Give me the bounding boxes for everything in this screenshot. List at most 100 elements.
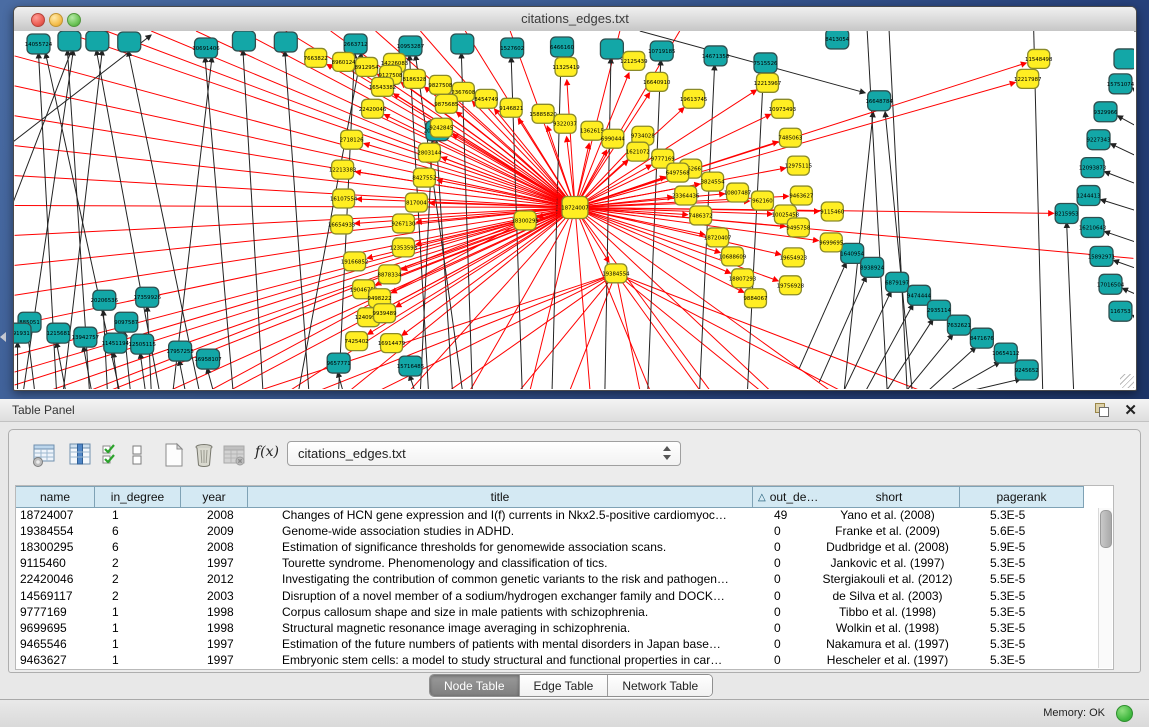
- cell-short[interactable]: Franke et al. (2009): [819, 523, 956, 539]
- cell-short[interactable]: de Silva et al. (2003): [819, 588, 956, 604]
- yellow-paper-node[interactable]: 9827508: [428, 75, 453, 94]
- yellow-paper-node[interactable]: 18724007: [561, 197, 588, 219]
- cell-pagerank[interactable]: 5.3E-5: [960, 555, 1110, 571]
- teal-paper-node[interactable]: 15892971: [1088, 246, 1115, 266]
- teal-paper-node[interactable]: 8471676: [970, 328, 995, 348]
- tab-edge-table[interactable]: Edge Table: [520, 675, 609, 696]
- node-table[interactable]: namein_degreeyeartitle△out_de…shortpager…: [15, 485, 1114, 670]
- table-row[interactable]: 2242004622012Investigating the contribut…: [16, 571, 1112, 587]
- trash-icon[interactable]: [191, 442, 217, 468]
- cell-pagerank[interactable]: 5.3E-5: [960, 604, 1110, 620]
- teal-paper-node[interactable]: 16648784: [865, 91, 893, 111]
- yellow-paper-node[interactable]: 12213383: [329, 160, 356, 179]
- yellow-paper-node[interactable]: 8454749: [474, 89, 499, 108]
- column-header-name[interactable]: name: [16, 486, 95, 508]
- yellow-paper-node[interactable]: 12213967: [754, 73, 781, 92]
- yellow-paper-node[interactable]: 6497568: [666, 163, 691, 182]
- table-row[interactable]: 1830029562008Estimation of significance …: [16, 539, 1112, 555]
- cell-in-degree[interactable]: 1: [95, 604, 194, 620]
- yellow-paper-node[interactable]: 16107554: [330, 189, 358, 208]
- window-resize-grip[interactable]: [1120, 374, 1134, 388]
- yellow-paper-node[interactable]: 8878334: [378, 265, 403, 284]
- yellow-paper-node[interactable]: 9146821: [499, 98, 523, 117]
- teal-paper-node[interactable]: 16958107: [194, 349, 221, 369]
- yellow-paper-node[interactable]: 9463627: [789, 186, 813, 205]
- yellow-paper-node[interactable]: 7486372: [689, 206, 713, 225]
- yellow-paper-node[interactable]: 7425402: [345, 332, 369, 351]
- table-row[interactable]: 969969511998Structural magnetic resonanc…: [16, 620, 1112, 636]
- teal-paper-node[interactable]: 7515526: [753, 53, 778, 73]
- row-check-icon[interactable]: [99, 442, 125, 468]
- column-header-out-de-[interactable]: △out_de…: [753, 486, 824, 508]
- function-icon[interactable]: f(x): [255, 444, 281, 470]
- teal-paper-node[interactable]: [600, 39, 623, 59]
- yellow-paper-node[interactable]: 9242845: [429, 118, 453, 137]
- tab-node-table[interactable]: Node Table: [430, 675, 520, 696]
- network-window-titlebar[interactable]: citations_edges.txt: [14, 7, 1136, 32]
- scrollbar-thumb[interactable]: [1100, 510, 1112, 548]
- teal-paper-node[interactable]: 6466160: [550, 37, 575, 57]
- teal-paper-node[interactable]: 6879197: [885, 272, 909, 292]
- yellow-paper-node[interactable]: 817004: [405, 193, 427, 212]
- table-row[interactable]: 1456911722003Disruption of a novel membe…: [16, 588, 1112, 604]
- cell-pagerank[interactable]: 5.5E-5: [960, 571, 1110, 587]
- yellow-paper-node[interactable]: 10807487: [724, 183, 751, 202]
- teal-paper-node[interactable]: 8938924: [860, 257, 885, 277]
- column-header-year[interactable]: year: [181, 486, 248, 508]
- cell-pagerank[interactable]: 5.3E-5: [960, 652, 1110, 668]
- cell-pagerank[interactable]: 5.6E-5: [960, 523, 1110, 539]
- network-view-window[interactable]: citations_edges.txt 14055724306914062663…: [13, 6, 1137, 391]
- cell-in-degree[interactable]: 1: [95, 620, 194, 636]
- teal-paper-node[interactable]: [232, 31, 255, 51]
- yellow-paper-node[interactable]: 2718126: [340, 130, 365, 149]
- yellow-paper-node[interactable]: 11325419: [552, 57, 580, 76]
- column-header-in-degree[interactable]: in_degree: [95, 486, 181, 508]
- yellow-paper-node[interactable]: 8186328: [402, 69, 427, 88]
- yellow-paper-node[interactable]: 9699695: [819, 233, 843, 252]
- yellow-paper-node[interactable]: 15885820: [529, 104, 557, 123]
- teal-paper-node[interactable]: 15751074: [1107, 74, 1134, 94]
- teal-paper-node[interactable]: [274, 32, 297, 52]
- cell-pagerank[interactable]: 5.3E-5: [960, 588, 1110, 604]
- cell-name[interactable]: 9115460: [16, 555, 95, 571]
- teal-paper-node[interactable]: 14055724: [25, 34, 53, 54]
- teal-paper-node[interactable]: 9329966: [1094, 102, 1119, 122]
- table-header-row[interactable]: namein_degreeyeartitle△out_de…shortpager…: [16, 486, 1112, 507]
- column-select-icon[interactable]: [67, 442, 93, 468]
- teal-paper-node[interactable]: 11451194: [102, 333, 130, 353]
- cell-name[interactable]: 22420046: [16, 571, 95, 587]
- yellow-paper-node[interactable]: 12125439: [620, 51, 648, 70]
- cell-in-degree[interactable]: 6: [95, 523, 194, 539]
- table-row[interactable]: 911546021997Tourette syndrome. Phenomeno…: [16, 555, 1112, 571]
- cell-title[interactable]: Embryonic stem cells: a model to study s…: [248, 652, 783, 668]
- yellow-paper-node[interactable]: 9267130: [391, 214, 416, 233]
- teal-paper-node[interactable]: 17016504: [1097, 274, 1125, 294]
- teal-paper-node[interactable]: 1527602: [500, 38, 524, 58]
- cell-title[interactable]: Disruption of a novel member of a sodium…: [248, 588, 783, 604]
- cell-in-degree[interactable]: 1: [95, 652, 194, 668]
- yellow-paper-node[interactable]: 8912954: [355, 57, 380, 76]
- cell-name[interactable]: 9777169: [16, 604, 95, 620]
- vertical-scrollbar[interactable]: [1098, 508, 1112, 668]
- yellow-paper-node[interactable]: 3824554: [701, 172, 726, 191]
- table-settings-icon[interactable]: [31, 442, 57, 468]
- teal-paper-node[interactable]: 15716485: [397, 356, 424, 376]
- yellow-paper-node[interactable]: 11548498: [1025, 49, 1053, 68]
- network-canvas[interactable]: 1405572430691406266371210953287152760264…: [14, 31, 1134, 389]
- cell-title[interactable]: Structural magnetic resonance image aver…: [248, 620, 783, 636]
- yellow-paper-node[interactable]: 12217987: [1014, 69, 1041, 88]
- teal-paper-node[interactable]: 12093873: [1079, 158, 1106, 178]
- teal-paper-node[interactable]: 391931: [14, 323, 31, 343]
- column-header-pagerank[interactable]: pagerank: [960, 486, 1084, 508]
- cell-short[interactable]: Dudbridge et al. (2008): [819, 539, 956, 555]
- cell-short[interactable]: Tibbo et al. (1998): [819, 604, 956, 620]
- yellow-paper-node[interactable]: 19613745: [680, 89, 707, 108]
- column-header-short[interactable]: short: [819, 486, 960, 508]
- yellow-paper-node[interactable]: 9884067: [744, 289, 768, 308]
- table-row[interactable]: 977716911998Corpus callosum shape and si…: [16, 604, 1112, 620]
- table-row[interactable]: 1938455462009Genome-wide association stu…: [16, 523, 1112, 539]
- teal-paper-node[interactable]: 8413054: [825, 31, 850, 49]
- cell-pagerank[interactable]: 5.3E-5: [960, 507, 1110, 523]
- yellow-paper-node[interactable]: 19166852: [341, 252, 368, 271]
- cell-in-degree[interactable]: 6: [95, 539, 194, 555]
